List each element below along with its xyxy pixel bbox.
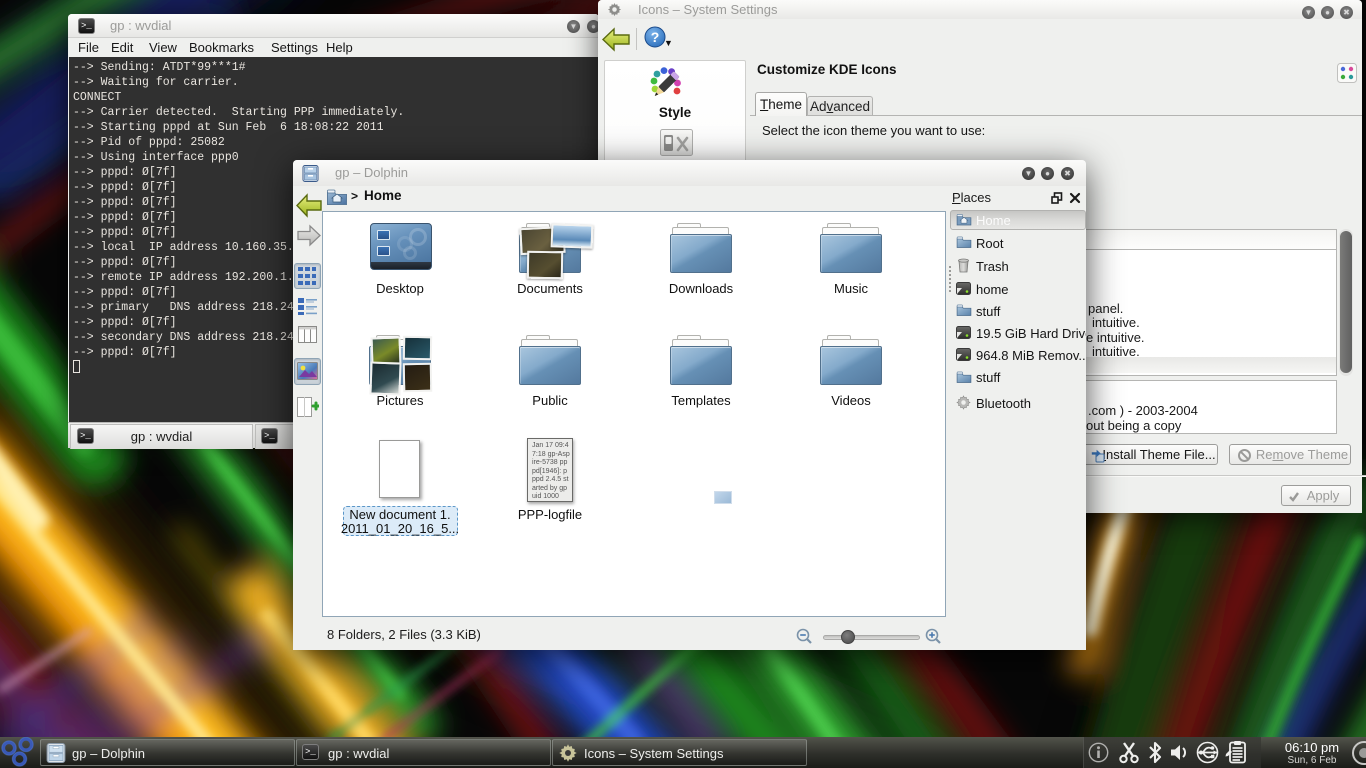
svg-text:?: ? bbox=[651, 29, 660, 45]
